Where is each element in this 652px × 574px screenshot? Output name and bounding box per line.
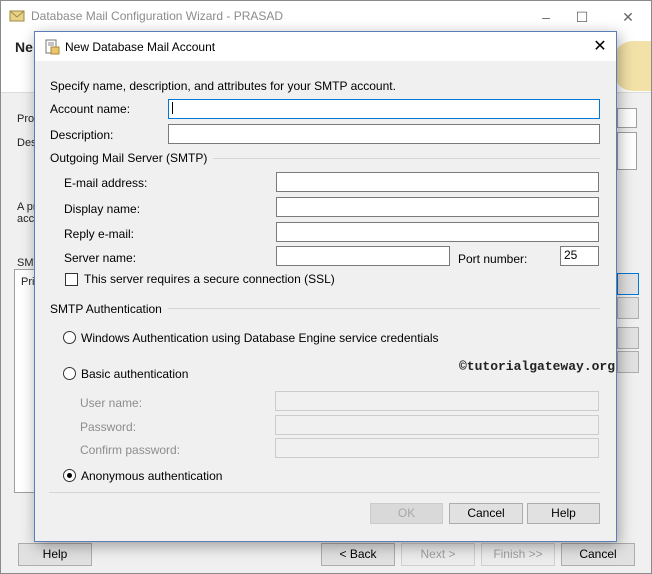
buttons-separator: [49, 492, 600, 493]
ssl-checkbox-label: This server requires a secure connection…: [84, 272, 335, 286]
close-icon[interactable]: ✕: [587, 35, 613, 59]
account-name-input[interactable]: [168, 99, 600, 119]
database-mail-icon: [9, 10, 25, 22]
accounts-info-line2: acc: [17, 213, 35, 225]
watermark-text: ©tutorialgateway.org: [459, 359, 616, 374]
help-button[interactable]: Help: [527, 503, 600, 524]
wizard-logo: [613, 41, 651, 91]
ok-button[interactable]: OK: [370, 503, 443, 524]
anonymous-auth-radio[interactable]: [63, 469, 76, 482]
email-address-label: E-mail address:: [64, 176, 148, 190]
description-input[interactable]: [168, 124, 600, 144]
wizard-title: Database Mail Configuration Wizard - PRA…: [31, 9, 284, 23]
radio-selected-dot: [67, 473, 72, 478]
windows-auth-label: Windows Authentication using Database En…: [81, 331, 439, 345]
wizard-back-button[interactable]: < Back: [321, 543, 395, 566]
port-number-label: Port number:: [458, 252, 528, 266]
ssl-checkbox[interactable]: [65, 273, 78, 286]
password-input[interactable]: [275, 415, 599, 435]
server-name-input[interactable]: [276, 246, 450, 266]
auth-group-title: SMTP Authentication: [50, 302, 168, 316]
display-name-input[interactable]: [276, 197, 599, 217]
remove-account-button[interactable]: [617, 297, 639, 319]
wizard-finish-button[interactable]: Finish >>: [481, 543, 555, 566]
email-address-input[interactable]: [276, 172, 599, 192]
description-label: Description:: [50, 128, 114, 142]
basic-auth-label: Basic authentication: [81, 367, 189, 381]
user-name-input[interactable]: [275, 391, 599, 411]
port-number-input[interactable]: 25: [560, 246, 599, 266]
basic-auth-radio[interactable]: [63, 367, 76, 380]
reply-email-input[interactable]: [276, 222, 599, 242]
wizard-page-heading: Ne: [15, 39, 33, 55]
add-account-button[interactable]: [617, 273, 639, 295]
profile-name-input[interactable]: [617, 108, 637, 128]
wizard-next-button[interactable]: Next >: [401, 543, 475, 566]
anonymous-auth-label: Anonymous authentication: [81, 469, 223, 483]
outgoing-group-title: Outgoing Mail Server (SMTP): [50, 151, 214, 165]
confirm-password-input[interactable]: [275, 438, 599, 458]
dialog-title: New Database Mail Account: [65, 40, 216, 54]
windows-auth-radio[interactable]: [63, 331, 76, 344]
cancel-button[interactable]: Cancel: [449, 503, 523, 524]
server-name-label: Server name:: [64, 251, 137, 265]
account-name-label: Account name:: [50, 102, 131, 116]
display-name-label: Display name:: [64, 202, 141, 216]
profile-description-input[interactable]: [617, 132, 637, 170]
close-icon[interactable]: ✕: [617, 7, 639, 27]
mail-account-icon: [45, 39, 60, 55]
wizard-titlebar: Database Mail Configuration Wizard - PRA…: [1, 1, 651, 32]
new-account-dialog: New Database Mail Account ✕ Specify name…: [34, 31, 617, 542]
instructions-text: Specify name, description, and attribute…: [50, 79, 396, 93]
wizard-help-button[interactable]: Help: [18, 543, 92, 566]
minimize-icon[interactable]: –: [535, 7, 557, 27]
user-name-label: User name:: [80, 396, 143, 410]
dialog-titlebar: New Database Mail Account ✕: [35, 32, 616, 61]
confirm-password-label: Confirm password:: [80, 443, 181, 457]
reply-email-label: Reply e-mail:: [64, 227, 135, 241]
maximize-icon[interactable]: ☐: [571, 7, 593, 27]
move-down-button[interactable]: [617, 351, 639, 373]
wizard-cancel-button[interactable]: Cancel: [561, 543, 635, 566]
password-label: Password:: [80, 420, 137, 434]
move-up-button[interactable]: [617, 327, 639, 349]
text-caret: [172, 102, 173, 114]
